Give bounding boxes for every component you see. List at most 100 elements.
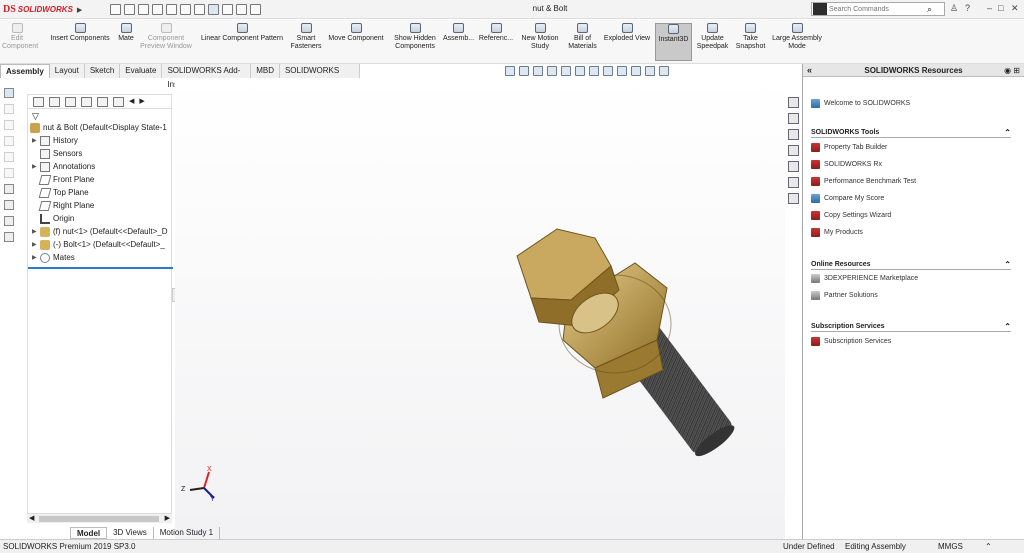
component-icon[interactable] [3,216,14,226]
filter-icon[interactable]: ▽ [28,109,171,121]
copy-settings-wizard-link[interactable]: Copy Settings Wizard [811,210,891,221]
tab-3d-views[interactable]: 3D Views [107,527,154,539]
reference-geometry-button[interactable]: Referenc... [477,23,515,61]
tree-item-history[interactable]: ▶ History [28,134,171,147]
tab-cam[interactable]: SOLIDWORKS CAM [279,64,360,89]
mate-button[interactable]: Mate [115,23,137,61]
graphics-area[interactable]: X Y Z [175,78,785,540]
tree-item-mates[interactable]: ▶ Mates [28,251,171,264]
tree-item-right-plane[interactable]: Right Plane [28,199,171,212]
take-snapshot-button[interactable]: Take Snapshot [733,23,768,61]
custom-properties-icon[interactable] [788,177,799,188]
view-palette-icon[interactable] [788,145,799,156]
scroll-right-icon[interactable]: ▶ [165,514,170,522]
view-orientation-icon[interactable] [575,66,585,76]
tree-item-nut[interactable]: ▶ (f) nut<1> (Default<<Default>_D [28,225,171,238]
insert-components-button[interactable]: Insert Components [46,23,114,61]
scroll-left-icon[interactable]: ◀ [29,514,34,522]
section-view-icon[interactable] [547,66,557,76]
menu-arrow-icon[interactable]: ▶ [77,6,82,14]
dimxpert-tab-icon[interactable] [81,97,92,107]
search-commands[interactable]: ⌕ [811,2,945,16]
new-document-icon[interactable] [124,4,135,15]
feature-tree-tab-icon[interactable] [33,97,44,107]
display-style-icon[interactable] [589,66,599,76]
solidworks-logo[interactable]: DS SOLIDWORKS ▶ [3,3,82,16]
dynamic-annotation-icon[interactable] [561,66,571,76]
edit-component-button[interactable]: Edit Component [2,23,38,61]
close-button[interactable]: ✕ [1011,3,1019,14]
tab-scroll-right-icon[interactable]: ▶ [139,97,144,106]
unit-system[interactable]: MMGS [938,540,963,553]
3dexperience-marketplace-link[interactable]: 3DEXPERIENCE Marketplace [811,273,918,284]
search-input[interactable] [829,5,927,13]
tree-horizontal-scrollbar[interactable]: ◀ ▶ [27,513,172,523]
appearances-icon[interactable] [788,161,799,172]
configuration-tab-icon[interactable] [65,97,76,107]
move-component-button[interactable]: Move Component [325,23,387,61]
subscription-section-header[interactable]: Subscription Services ⌃ [811,321,1011,332]
tab-model[interactable]: Model [70,527,108,539]
property-tab-builder-link[interactable]: Property Tab Builder [811,142,887,153]
tools-section-header[interactable]: SOLIDWORKS Tools ⌃ [811,127,1011,138]
display-monitor-icon[interactable] [659,66,669,76]
component-preview-button[interactable]: Component Preview Window [138,23,194,61]
tab-evaluate[interactable]: Evaluate [120,64,163,78]
tree-item-front-plane[interactable]: Front Plane [28,173,171,186]
tab-layout[interactable]: Layout [49,64,85,78]
previous-view-icon[interactable] [533,66,543,76]
open-icon[interactable] [138,4,149,15]
3d-view-icon[interactable] [3,88,14,98]
apply-scene-icon[interactable] [631,66,641,76]
solidworks-rx-link[interactable]: SOLIDWORKS Rx [811,159,882,170]
forum-icon[interactable] [788,193,799,204]
zoom-to-fit-icon[interactable] [505,66,515,76]
display-manager-tab-icon[interactable] [97,97,108,107]
file-explorer-icon[interactable] [788,129,799,140]
linear-component-pattern-button[interactable]: Linear Component Pattern [197,23,287,61]
exploded-view-button[interactable]: Exploded View [603,23,651,61]
large-assembly-mode-button[interactable]: Large Assembly Mode [770,23,824,61]
my-products-link[interactable]: My Products [811,227,863,238]
home-icon[interactable] [110,4,121,15]
new-motion-study-button[interactable]: New Motion Study [518,23,562,61]
undo-icon[interactable] [180,4,191,15]
tree-item-annotations[interactable]: ▶ Annotations [28,160,171,173]
partner-solutions-link[interactable]: Partner Solutions [811,290,878,301]
performance-benchmark-link[interactable]: Performance Benchmark Test [811,176,916,187]
options-gear-icon[interactable] [250,4,261,15]
compare-my-score-link[interactable]: Compare My Score [811,193,884,204]
redo-icon[interactable] [194,4,205,15]
view-settings-icon[interactable] [645,66,655,76]
rebuild-icon[interactable] [222,4,233,15]
bolt-assembly-model[interactable] [175,78,785,540]
assembly-features-button[interactable]: Assemb... [442,23,475,61]
hide-show-items-icon[interactable] [603,66,613,76]
subscription-services-link[interactable]: Subscription Services [811,336,891,347]
restore-button[interactable]: □ [998,3,1003,13]
tab-scroll-left-icon[interactable]: ◀ [129,97,134,106]
resources-home-icon[interactable] [788,97,799,108]
instant3d-button[interactable]: Instant3D [655,23,692,61]
tree-item-bolt[interactable]: ▶ (-) Bolt<1> (Default<<Default>_ [28,238,171,251]
tree-item-origin[interactable]: Origin [28,212,171,225]
tree-item-sensors[interactable]: Sensors [28,147,171,160]
tab-addins[interactable]: SOLIDWORKS Add-Ins [162,64,252,89]
tab-motion-study[interactable]: Motion Study 1 [154,527,221,539]
design-library-icon[interactable] [788,113,799,124]
update-speedpak-button[interactable]: Update Speedpak [695,23,730,61]
zoom-to-area-icon[interactable] [519,66,529,76]
tree-branch-icon[interactable] [3,232,14,242]
rollback-bar[interactable] [28,267,173,269]
search-icon[interactable]: ⌕ [927,4,932,15]
show-hidden-components-button[interactable]: Show Hidden Components [391,23,439,61]
bill-of-materials-button[interactable]: Bill of Materials [565,23,600,61]
tab-assembly[interactable]: Assembly [0,64,50,78]
cam-tab-icon[interactable] [113,97,124,107]
tab-mbd[interactable]: MBD [251,64,280,78]
select-icon[interactable] [208,4,219,15]
tab-sketch[interactable]: Sketch [84,64,121,78]
component-icon[interactable] [3,184,14,194]
search-type-icon[interactable] [813,3,827,15]
smart-fasteners-button[interactable]: Smart Fasteners [290,23,322,61]
